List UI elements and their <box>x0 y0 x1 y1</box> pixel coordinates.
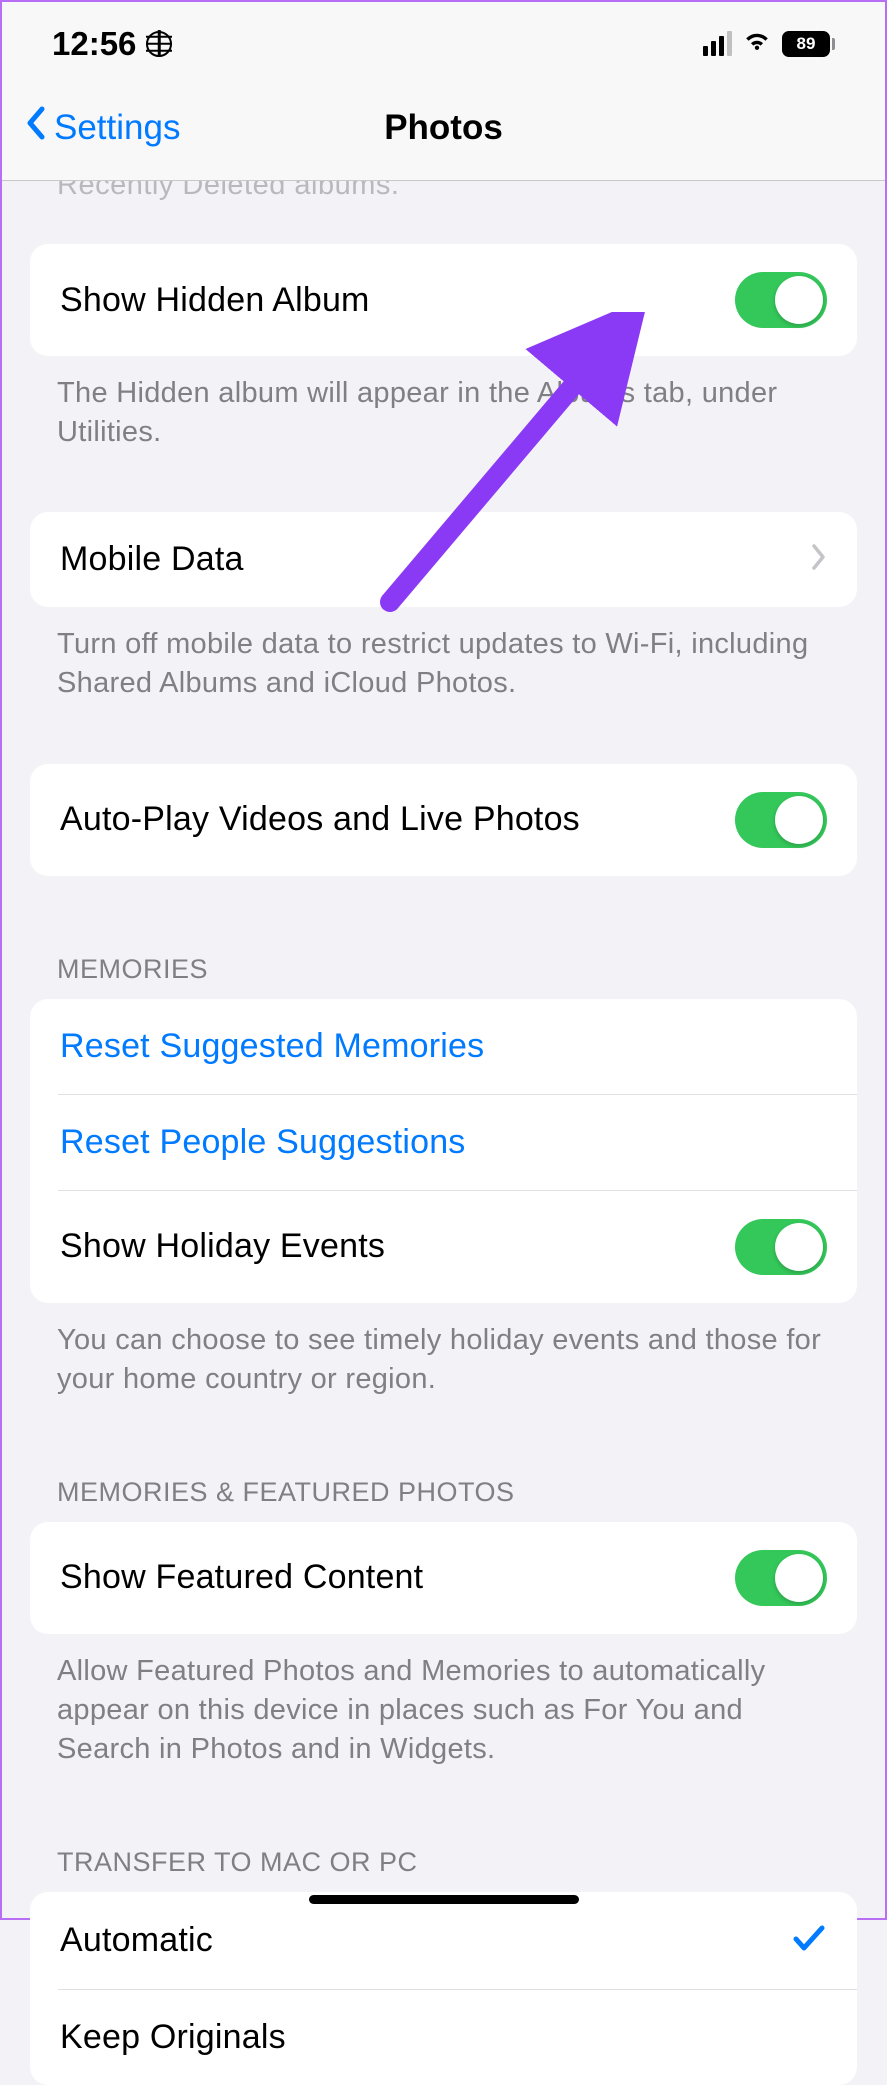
status-bar: 12:56 89 <box>2 2 885 77</box>
back-label: Settings <box>54 108 180 148</box>
footer-featured: Allow Featured Photos and Memories to au… <box>2 1634 885 1769</box>
row-label: Mobile Data <box>60 540 244 579</box>
row-reset-people[interactable]: Reset People Suggestions <box>58 1094 857 1190</box>
row-show-holiday[interactable]: Show Holiday Events <box>58 1190 857 1303</box>
row-keep-originals[interactable]: Keep Originals <box>58 1989 857 2085</box>
row-label: Auto-Play Videos and Live Photos <box>60 800 580 839</box>
toggle-show-hidden[interactable] <box>735 272 827 328</box>
battery-icon: 89 <box>782 31 835 57</box>
row-label: Show Featured Content <box>60 1558 423 1597</box>
back-button[interactable]: Settings <box>24 105 180 150</box>
row-label: Reset People Suggestions <box>60 1123 466 1162</box>
chevron-left-icon <box>24 105 48 150</box>
row-label: Show Hidden Album <box>60 281 370 320</box>
truncated-footer: Recently Deleted albums. <box>2 181 885 202</box>
row-label: Reset Suggested Memories <box>60 1027 484 1066</box>
battery-level: 89 <box>782 31 830 57</box>
row-show-hidden-album[interactable]: Show Hidden Album <box>30 244 857 356</box>
home-indicator[interactable] <box>309 1895 579 1904</box>
row-label: Show Holiday Events <box>60 1227 385 1266</box>
group-featured: Show Featured Content Allow Featured Pho… <box>2 1522 885 1769</box>
row-reset-memories[interactable]: Reset Suggested Memories <box>30 999 857 1094</box>
status-time: 12:56 <box>52 25 136 63</box>
wifi-icon <box>742 29 772 58</box>
nav-bar: Settings Photos <box>2 77 885 181</box>
status-left: 12:56 <box>52 25 172 63</box>
footer-show-hidden: The Hidden album will appear in the Albu… <box>2 356 885 452</box>
group-autoplay: Auto-Play Videos and Live Photos <box>2 764 885 876</box>
row-automatic[interactable]: Automatic <box>30 1892 857 1989</box>
toggle-holiday[interactable] <box>735 1219 827 1275</box>
footer-mobile-data: Turn off mobile data to restrict updates… <box>2 607 885 703</box>
row-label: Keep Originals <box>60 2018 286 2057</box>
row-mobile-data[interactable]: Mobile Data <box>30 512 857 607</box>
globe-icon <box>146 31 172 57</box>
header-featured: MEMORIES & FEATURED PHOTOS <box>2 1477 885 1522</box>
group-mobile-data: Mobile Data Turn off mobile data to rest… <box>2 512 885 703</box>
group-memories: Reset Suggested Memories Reset People Su… <box>2 999 885 1399</box>
chevron-right-icon <box>811 543 827 576</box>
toggle-featured[interactable] <box>735 1550 827 1606</box>
group-transfer: Automatic Keep Originals <box>2 1892 885 2085</box>
header-memories: MEMORIES <box>2 954 885 999</box>
footer-memories: You can choose to see timely holiday eve… <box>2 1303 885 1399</box>
cellular-signal-icon <box>703 31 732 56</box>
row-autoplay[interactable]: Auto-Play Videos and Live Photos <box>30 764 857 876</box>
toggle-autoplay[interactable] <box>735 792 827 848</box>
content: Recently Deleted albums. Show Hidden Alb… <box>2 181 885 2085</box>
checkmark-icon <box>791 1920 827 1961</box>
status-right: 89 <box>703 29 835 58</box>
row-featured-content[interactable]: Show Featured Content <box>30 1522 857 1634</box>
page-title: Photos <box>384 108 503 148</box>
header-transfer: TRANSFER TO MAC OR PC <box>2 1847 885 1892</box>
group-show-hidden: Show Hidden Album The Hidden album will … <box>2 244 885 452</box>
row-label: Automatic <box>60 1921 213 1960</box>
